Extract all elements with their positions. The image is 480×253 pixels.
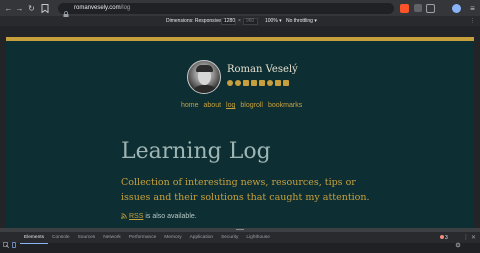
bookmark-icon[interactable] bbox=[40, 4, 49, 14]
forward-icon[interactable]: → bbox=[15, 4, 24, 13]
zoom-select[interactable]: 100% ▾ bbox=[265, 17, 282, 26]
settings-gear-icon[interactable] bbox=[455, 235, 461, 248]
more-options-icon[interactable]: ⋮ bbox=[470, 17, 475, 26]
brave-shield-icon[interactable] bbox=[400, 4, 409, 13]
times-label: × bbox=[238, 18, 241, 24]
lock-icon bbox=[63, 5, 69, 18]
nav-bookmarks[interactable]: bookmarks bbox=[268, 102, 302, 109]
device-toggle-icon[interactable] bbox=[11, 235, 17, 248]
width-input[interactable]: 1280 bbox=[221, 18, 236, 25]
tab-network[interactable]: Network bbox=[99, 232, 125, 244]
top-accent-bar bbox=[6, 37, 474, 41]
reload-icon[interactable]: ↻ bbox=[27, 4, 36, 13]
site-nav: home about log blogroll bookmarks bbox=[181, 102, 302, 109]
profile-avatar-icon[interactable] bbox=[452, 4, 461, 13]
tab-console[interactable]: Console bbox=[48, 232, 74, 244]
tab-memory[interactable]: Memory bbox=[160, 232, 185, 244]
rss-link[interactable]: RSS bbox=[129, 213, 143, 220]
device-toolbar: Dimensions: Responsive ▾ 1280 × 980 100%… bbox=[0, 17, 480, 26]
menu-icon[interactable]: ≡ bbox=[468, 4, 477, 13]
devtools-more-icon[interactable]: ⋮ bbox=[463, 235, 469, 241]
address-bar[interactable]: romanvesely.com/log bbox=[58, 3, 394, 18]
author-avatar[interactable] bbox=[187, 60, 221, 94]
page-subtitle: Collection of interesting news, resource… bbox=[121, 177, 370, 203]
devtools-panel: Elements Console Sources Network Perform… bbox=[0, 231, 480, 249]
nav-home[interactable]: home bbox=[181, 102, 199, 109]
rss-notice: RSS is also available. bbox=[121, 213, 197, 220]
dimensions-select[interactable]: Dimensions: Responsive ▾ bbox=[166, 17, 225, 26]
devtools-tabs: Elements Console Sources Network Perform… bbox=[20, 232, 274, 244]
url-text: romanvesely.com/log bbox=[74, 5, 131, 11]
tab-performance[interactable]: Performance bbox=[125, 232, 160, 244]
extension-icon[interactable] bbox=[414, 4, 422, 12]
height-input[interactable]: 980 bbox=[243, 18, 258, 25]
social-links bbox=[227, 80, 289, 87]
tab-elements[interactable]: Elements bbox=[20, 232, 48, 244]
rss-suffix: is also available. bbox=[143, 213, 197, 220]
tab-application[interactable]: Application bbox=[186, 232, 217, 244]
back-icon[interactable]: ← bbox=[4, 4, 13, 13]
stackoverflow-icon[interactable] bbox=[243, 80, 249, 86]
tab-sources[interactable]: Sources bbox=[74, 232, 100, 244]
rss-icon[interactable] bbox=[283, 80, 289, 86]
page-title: Learning Log bbox=[121, 139, 271, 164]
tab-security[interactable]: Security bbox=[217, 232, 242, 244]
nav-log[interactable]: log bbox=[226, 102, 235, 109]
twitter-icon[interactable] bbox=[275, 80, 281, 86]
rss-feed-icon bbox=[121, 213, 127, 219]
inspect-icon[interactable] bbox=[3, 235, 10, 249]
youtube-icon[interactable] bbox=[251, 80, 257, 86]
nav-blogroll[interactable]: blogroll bbox=[240, 102, 263, 109]
linkedin-icon[interactable] bbox=[259, 80, 265, 86]
goodreads-icon[interactable] bbox=[267, 80, 273, 86]
browser-toolbar: ← → ↻ romanvesely.com/log ≡ bbox=[0, 0, 480, 18]
author-name[interactable]: Roman Veselý bbox=[227, 64, 298, 75]
nav-about[interactable]: about bbox=[204, 102, 222, 109]
throttling-select[interactable]: No throttling ▾ bbox=[286, 17, 317, 26]
emulated-page: Roman Veselý home about log blogroll boo… bbox=[6, 37, 474, 228]
window-icon[interactable] bbox=[426, 4, 435, 13]
issues-badge[interactable]: 3 bbox=[440, 235, 448, 241]
github-icon[interactable] bbox=[235, 80, 241, 86]
close-icon[interactable]: ✕ bbox=[471, 235, 477, 241]
tab-lighthouse[interactable]: Lighthouse bbox=[242, 232, 273, 244]
mastodon-icon[interactable] bbox=[227, 80, 233, 86]
